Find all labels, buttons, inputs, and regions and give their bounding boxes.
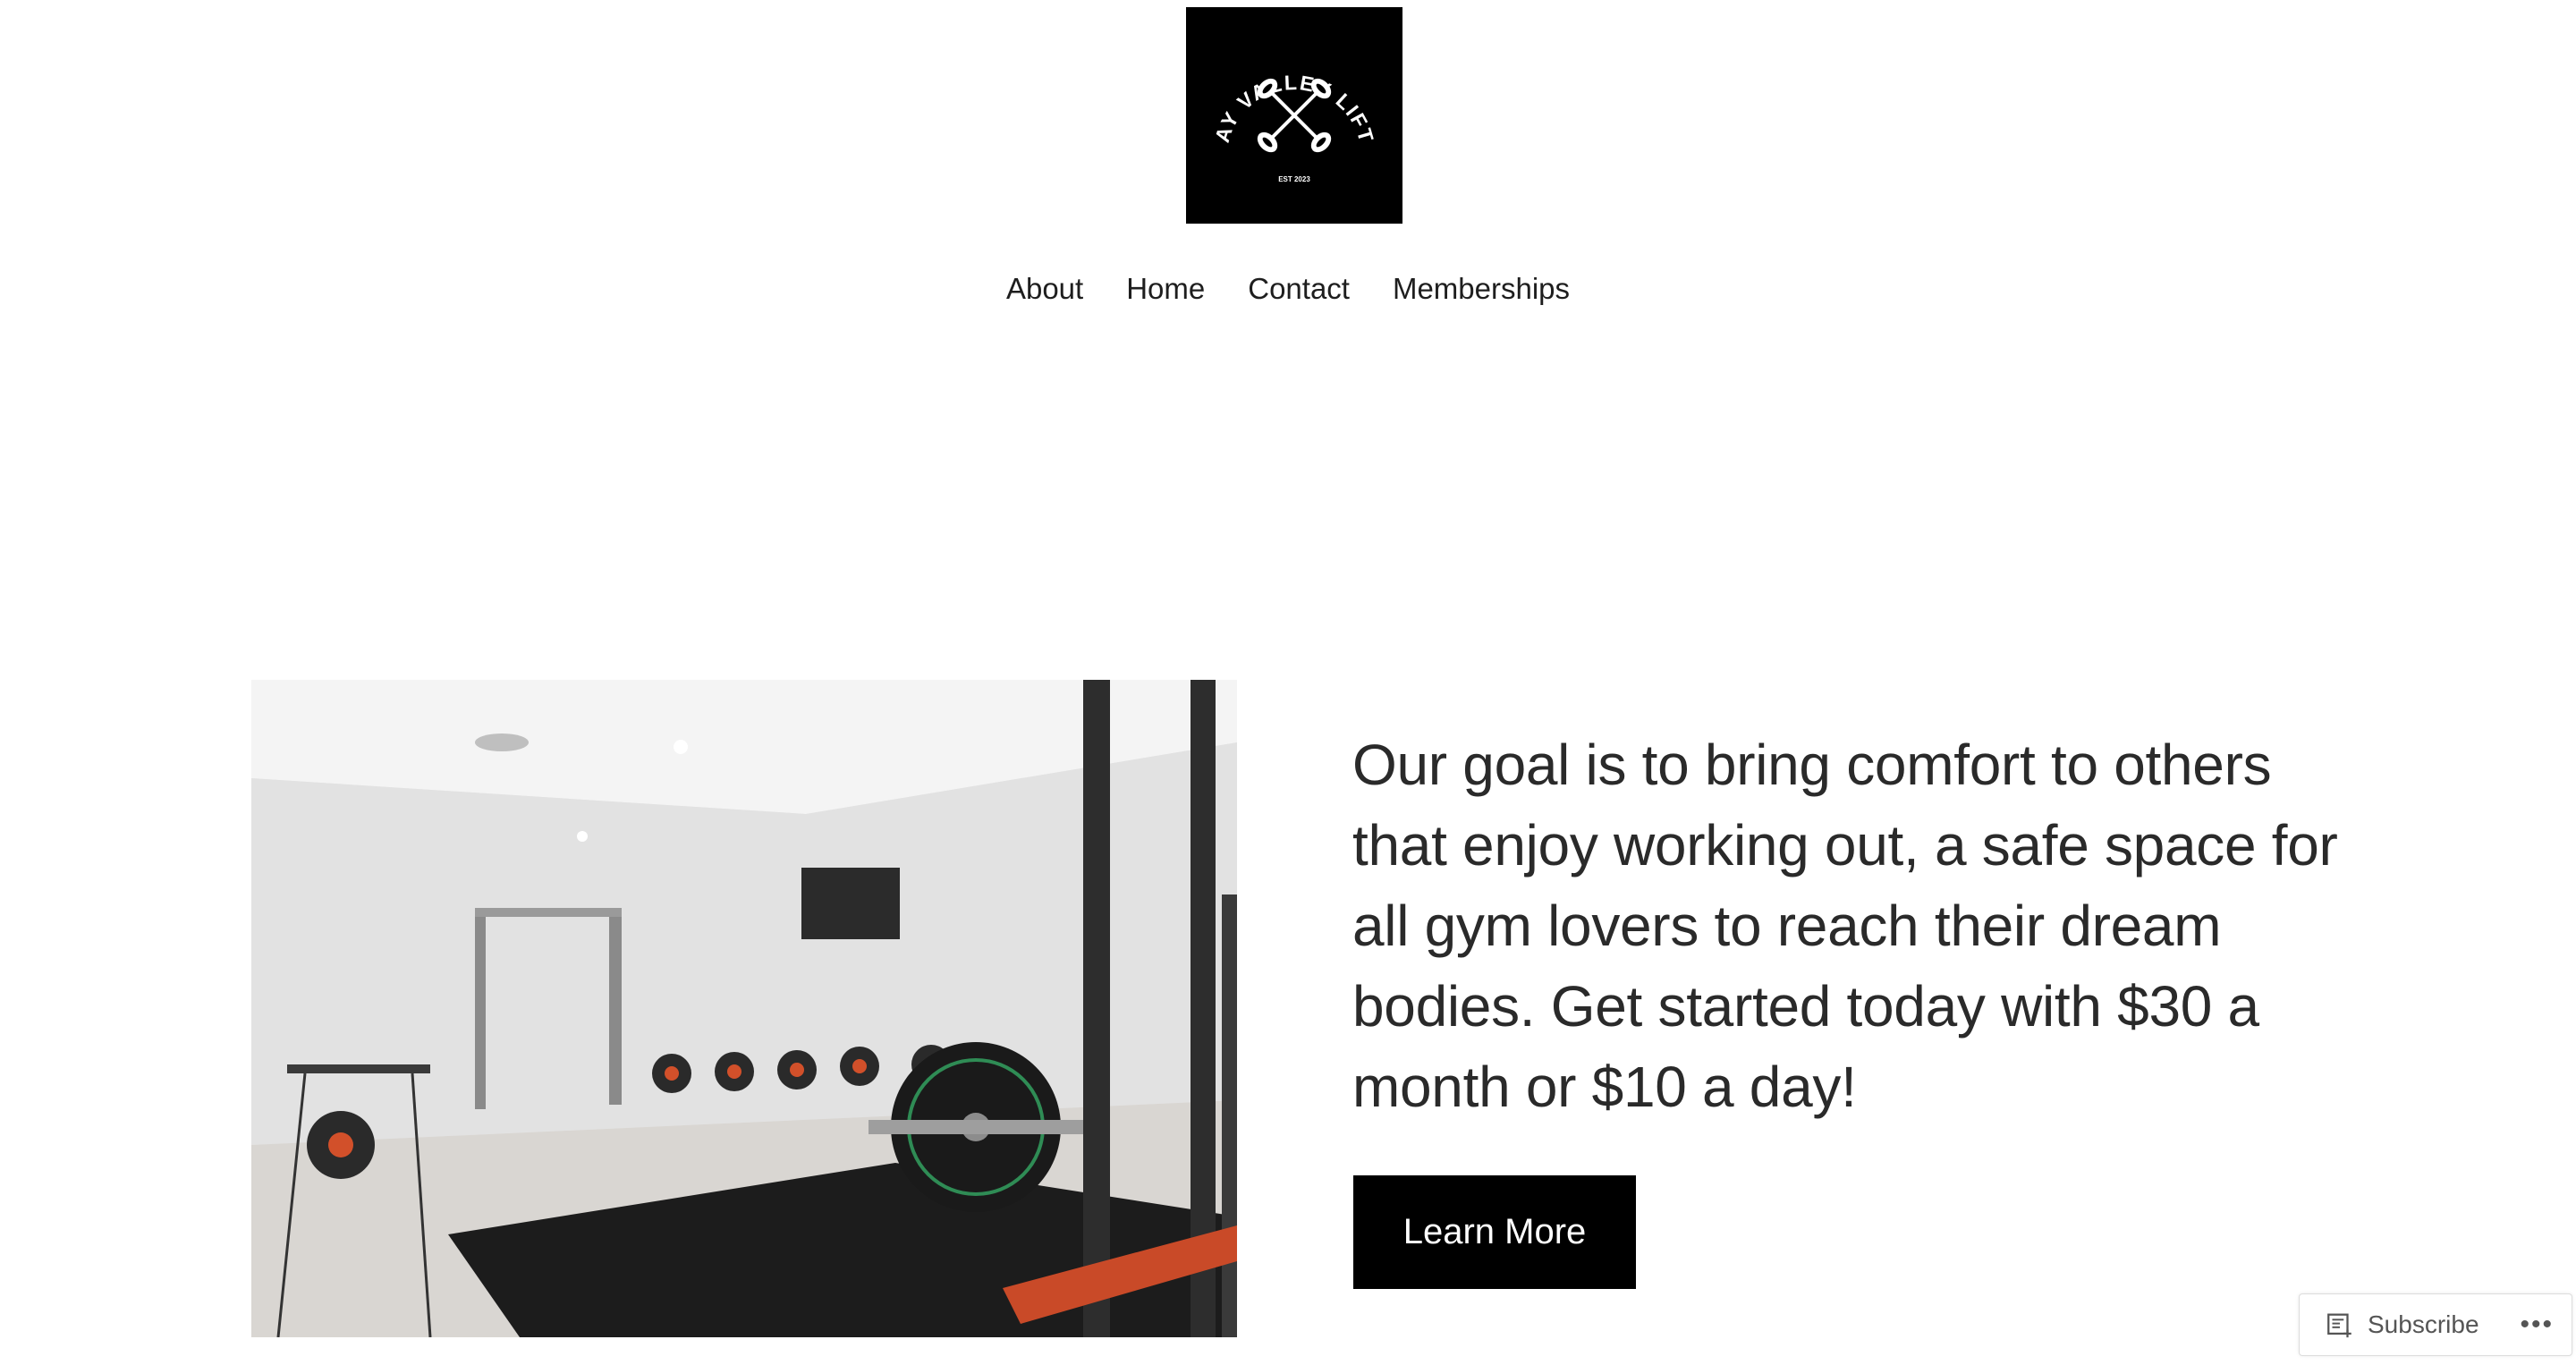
- subscribe-label: Subscribe: [2368, 1310, 2479, 1338]
- reader-icon: [2327, 1313, 2351, 1338]
- logo-subtext: EST 2023: [1278, 175, 1310, 183]
- more-options-button[interactable]: •••: [2521, 1310, 2555, 1340]
- nav-item-contact[interactable]: Contact: [1248, 267, 1350, 311]
- nav-item-memberships[interactable]: Memberships: [1393, 267, 1570, 311]
- nav-item-home[interactable]: Home: [1126, 267, 1205, 311]
- hero-text: Our goal is to bring comfort to others t…: [1352, 733, 2338, 1119]
- subscribe-button[interactable]: Subscribe: [2325, 1310, 2479, 1340]
- crossed-barbells-icon: BAY VALLEY LIFTS EST 2023: [1186, 7, 1402, 224]
- learn-more-button[interactable]: Learn More: [1353, 1175, 1636, 1289]
- main-nav: About Home Contact Memberships: [0, 267, 2576, 311]
- site-logo[interactable]: BAY VALLEY LIFTS EST 2023: [1186, 7, 1402, 224]
- subscribe-bar: Subscribe •••: [2299, 1293, 2572, 1356]
- gym-interior-photo: [251, 680, 1237, 1337]
- nav-item-about[interactable]: About: [1006, 267, 1083, 311]
